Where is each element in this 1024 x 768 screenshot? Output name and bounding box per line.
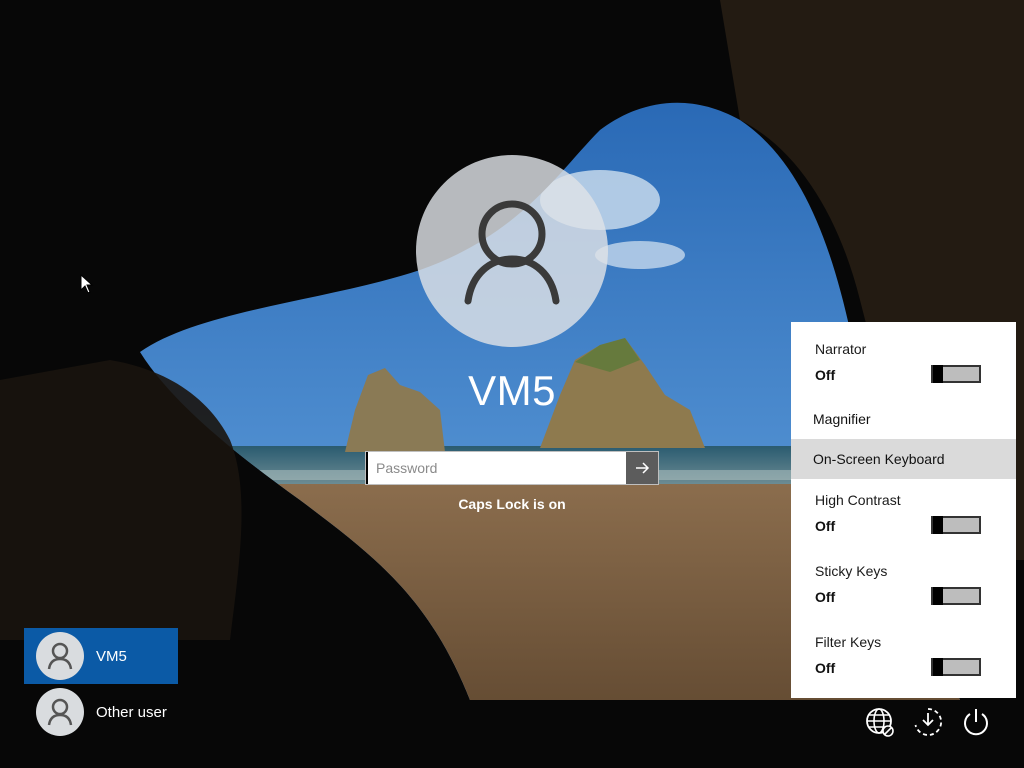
user-tile-vm5[interactable]: VM5 [24,628,178,684]
user-icon [47,698,73,726]
password-box [365,451,659,485]
sticky-keys-toggle[interactable] [931,587,981,605]
user-tile-other-user[interactable]: Other user [24,684,178,740]
avatar [36,688,84,736]
lock-screen: VM5 Caps Lock is on VM5 Other user Narra… [0,0,1024,768]
ease-of-access-icon [914,708,943,736]
user-tile-label: VM5 [96,647,127,665]
power-button[interactable] [958,704,994,740]
password-input[interactable] [366,452,626,484]
network-icon [866,708,894,737]
sticky-keys-label: Sticky Keys [815,563,888,579]
filter-keys-label: Filter Keys [815,634,882,650]
ease-of-access-button[interactable] [910,704,946,740]
on-screen-keyboard-label: On-Screen Keyboard [813,451,945,467]
submit-button[interactable] [626,452,658,484]
narrator-state: Off [815,367,836,383]
filter-keys-toggle[interactable] [931,658,981,676]
user-silhouette-icon [464,200,560,305]
high-contrast-toggle[interactable] [931,516,981,534]
high-contrast-label: High Contrast [815,492,901,508]
power-icon [964,709,988,736]
high-contrast-state: Off [815,518,836,534]
ease-of-access-menu: Narrator Off Magnifier On-Screen Keyboar… [791,322,1016,698]
user-tile-label: Other user [96,703,167,721]
magnifier-item[interactable]: Magnifier [791,399,1016,439]
user-avatar [416,155,608,347]
filter-keys-item[interactable]: Filter Keys Off [791,622,1016,693]
narrator-toggle[interactable] [931,365,981,383]
on-screen-keyboard-item[interactable]: On-Screen Keyboard [791,439,1016,479]
sticky-keys-state: Off [815,589,836,605]
filter-keys-state: Off [815,660,836,676]
caps-lock-warning: Caps Lock is on [458,496,566,512]
mouse-cursor-icon [80,274,94,294]
arrow-right-icon [636,462,650,474]
network-button[interactable] [862,704,898,740]
narrator-item[interactable]: Narrator Off [791,328,1016,399]
avatar [36,632,84,680]
magnifier-label: Magnifier [813,411,871,427]
high-contrast-item[interactable]: High Contrast Off [791,480,1016,551]
sticky-keys-item[interactable]: Sticky Keys Off [791,551,1016,622]
username-label: VM5 [468,367,556,414]
user-icon [47,642,73,670]
narrator-label: Narrator [815,341,867,357]
